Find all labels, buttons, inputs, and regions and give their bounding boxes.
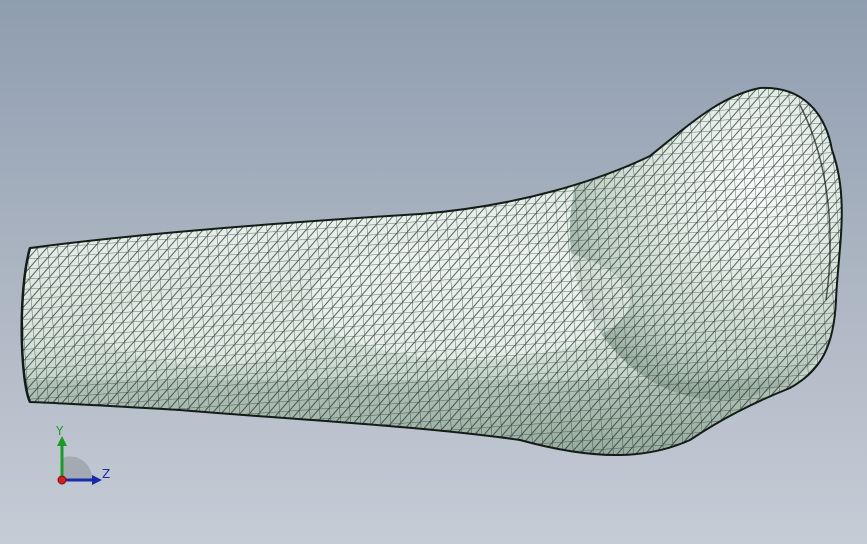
x-axis-dot (57, 475, 67, 485)
z-arrowhead (92, 475, 102, 485)
y-axis-label: Y (56, 424, 64, 438)
graphics-viewport[interactable]: Y Z (0, 0, 867, 544)
triad-plane-indicator (62, 456, 93, 480)
orientation-triad (57, 436, 102, 485)
mesh-model[interactable] (0, 0, 867, 544)
z-axis-label: Z (102, 467, 111, 481)
